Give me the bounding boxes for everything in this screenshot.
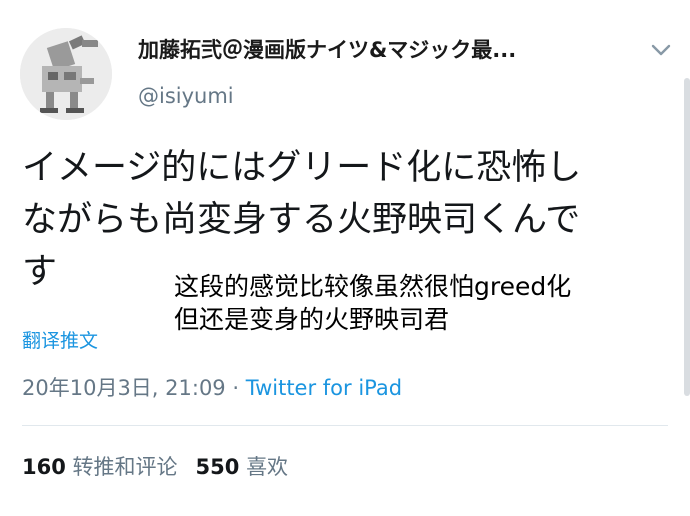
translation-note-line: 但还是变身的火野映司君 [174,305,450,334]
tweet-timestamp[interactable]: 20年10月3日, 21:09 [22,376,226,400]
translation-note-line: 这段的感觉比较像虽然很怕greed化 [174,272,572,301]
scrollbar[interactable] [684,78,690,396]
retweets-count: 160 [22,455,66,479]
chevron-down-icon[interactable] [648,40,674,60]
likes-stat[interactable]: 550 喜欢 [196,455,289,479]
translate-tweet-link[interactable]: 翻译推文 [22,326,98,353]
likes-label: 喜欢 [246,455,289,479]
author-name[interactable]: 加藤拓弐＠漫画版ナイツ&マジック最... [138,34,608,64]
tweet-stats: 160 转推和评论 550 喜欢 [22,451,288,481]
tweet-source-link[interactable]: Twitter for iPad [246,376,402,400]
tweet-text-line: イメージ的にはグリード化に恐怖し [22,148,582,188]
tweet-meta: 20年10月3日, 21:09 · Twitter for iPad [22,372,402,402]
likes-count: 550 [195,455,240,479]
avatar[interactable] [20,28,112,120]
divider [22,425,668,426]
author-handle[interactable]: @isiyumi [138,84,234,108]
tweet-text-line: ながらも尚変身する火野映司くんで [22,200,581,240]
meta-separator: · [225,376,246,400]
avatar-robot-icon [20,28,112,120]
tweet-detail-page: 加藤拓弐＠漫画版ナイツ&マジック最... @isiyumi イメージ的にはグリー… [0,0,690,516]
retweets-stat[interactable]: 160 转推和评论 [22,455,178,479]
retweets-label: 转推和评论 [72,455,178,479]
translation-note: 这段的感觉比较像虽然很怕greed化 但还是变身的火野映司君 [174,270,654,336]
